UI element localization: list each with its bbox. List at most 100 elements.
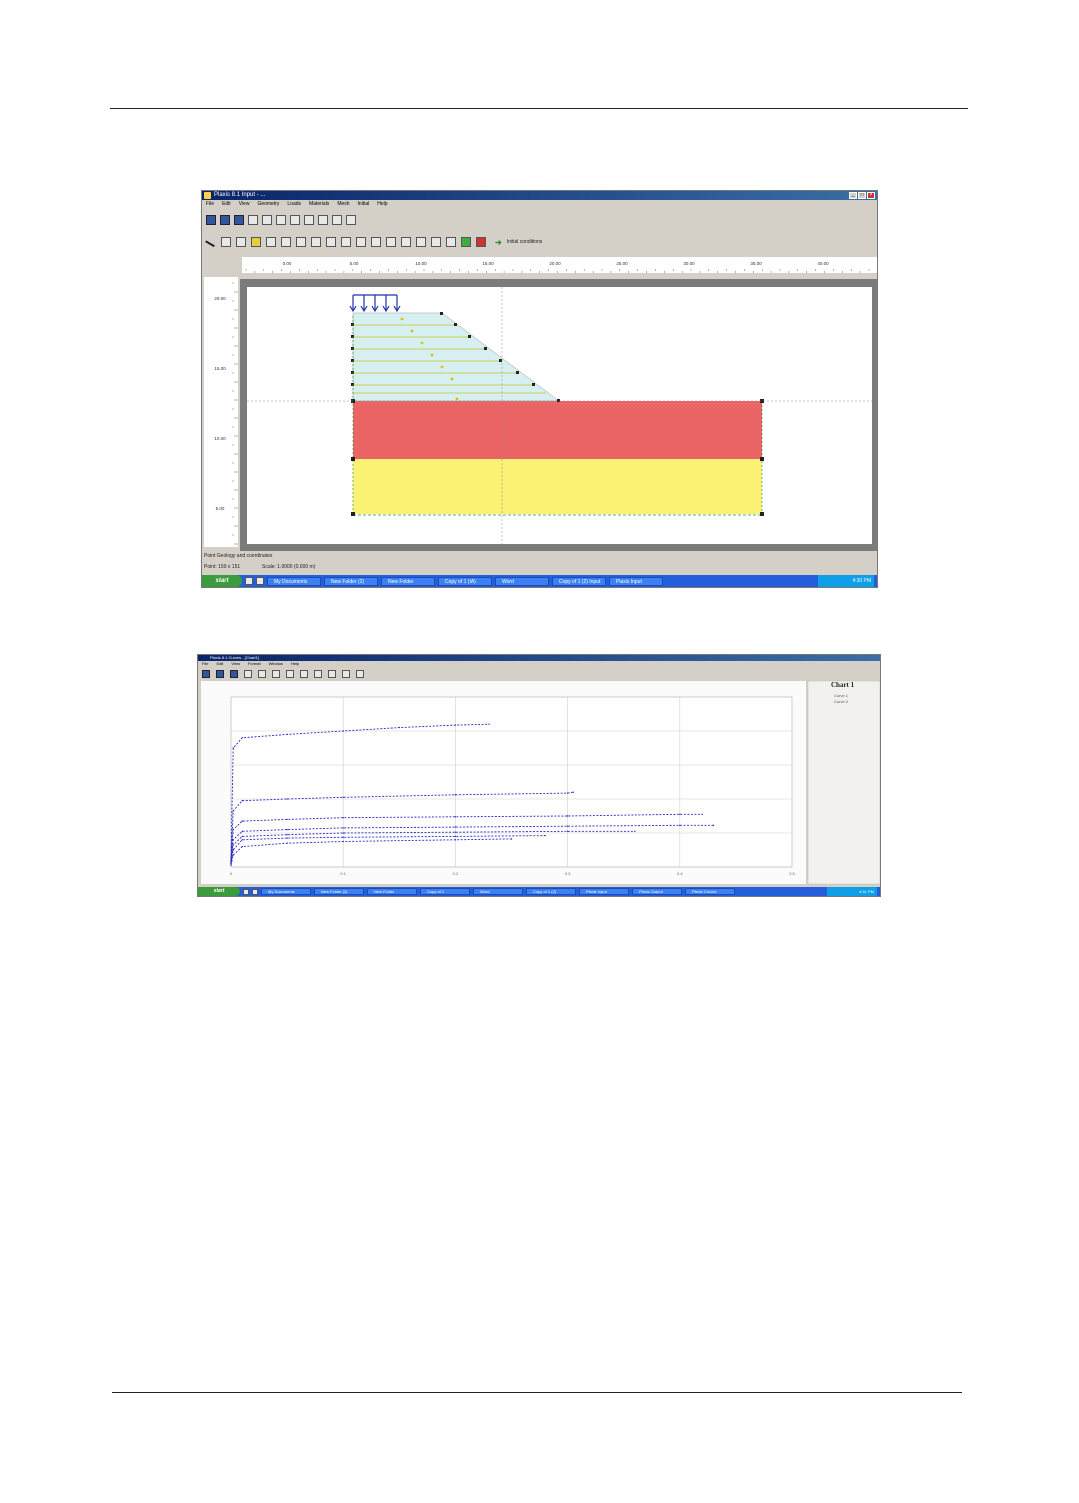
ruler-tick-label: 20.00 <box>214 296 226 301</box>
chart-title: Chart 1 <box>831 681 855 689</box>
series-point <box>232 810 234 812</box>
series-point <box>286 842 288 844</box>
taskbar-item[interactable]: Copy of 1 (2) Input <box>552 576 606 586</box>
taskbar-item[interactable]: Plaxis Input <box>609 576 663 586</box>
series-point <box>454 816 457 818</box>
series-point <box>241 845 243 848</box>
taskbar-item[interactable]: Plaxis Curves <box>685 888 735 895</box>
series-point <box>572 791 574 793</box>
taskbar-item[interactable]: Word <box>473 888 523 895</box>
ruler-tick-label: 10.00 <box>214 436 226 441</box>
x-tick-label: 0.2 <box>453 871 459 876</box>
series-point <box>342 832 344 834</box>
taskbar-item[interactable]: Plaxis Input <box>579 888 629 895</box>
series-point <box>679 813 681 815</box>
series-point <box>342 796 344 798</box>
soil-layer-top[interactable] <box>353 401 762 459</box>
ruler-tick-label: 40.00 <box>817 261 829 266</box>
series-point <box>286 818 288 821</box>
ruler-tick-label: 15.00 <box>482 261 494 266</box>
ruler-tick-label: 5.00 <box>350 261 359 266</box>
curves-chart[interactable]: 0 0.1 0.2 0.3 0.4 0.5 <box>198 655 881 897</box>
series-point <box>454 826 457 828</box>
ruler-tick-label: 30.00 <box>683 261 695 266</box>
taskbar-item[interactable]: Copy of 1 (IA) <box>438 576 492 586</box>
quicklaunch-icon[interactable] <box>256 577 264 585</box>
soil-layer-bottom[interactable] <box>353 459 762 514</box>
system-tray-clock: 4:30 PM <box>818 575 874 587</box>
series-point <box>566 825 569 827</box>
ruler-tick-label: 15.00 <box>214 366 226 371</box>
series-point <box>232 828 234 831</box>
legend-panel <box>807 680 880 885</box>
series-point <box>454 835 457 838</box>
taskbar-item[interactable]: Copy of 1 <box>420 888 470 895</box>
series-point <box>286 828 288 831</box>
taskbar-item[interactable]: Copy of 1 (2) <box>526 888 576 895</box>
header-rule <box>110 108 968 109</box>
quicklaunch-icon[interactable] <box>245 577 253 585</box>
series-point <box>342 836 344 838</box>
series-point <box>232 844 234 846</box>
quicklaunch-icon[interactable] <box>243 888 249 895</box>
series-point <box>241 820 243 822</box>
taskbar-item[interactable]: Plaxis Output <box>632 888 682 895</box>
plaxis-input-screenshot: Plaxis 8.1 Input - ... _ □ × File Edit V… <box>201 190 878 588</box>
taskbar-item[interactable]: My Documents <box>261 888 311 895</box>
taskbar-item[interactable]: Word <box>495 576 549 586</box>
plaxis-curves-screenshot: Plaxis 8.1 Curves - [Chart1] File Edit V… <box>197 654 881 897</box>
start-button[interactable]: start <box>202 575 242 587</box>
legend-entry: Curve 2 <box>834 699 849 704</box>
quicklaunch-icon[interactable] <box>252 888 258 895</box>
curves-taskbar: start My Documents New Folder (2) New Fo… <box>198 887 880 896</box>
series-point <box>241 835 243 838</box>
ruler-tick-label: 20.00 <box>549 261 561 266</box>
series-point <box>566 792 569 794</box>
series-point <box>454 794 457 796</box>
series-point <box>510 838 513 840</box>
system-tray-clock: 4:31 PM <box>827 887 877 896</box>
legend-entry: Curve 1 <box>834 693 849 698</box>
series-point <box>701 813 703 815</box>
series-point <box>232 839 234 841</box>
x-tick-label: 0.3 <box>565 871 571 876</box>
taskbar-item[interactable]: New Folder (2) <box>324 576 378 586</box>
series-point <box>286 798 288 800</box>
ruler-tick-label: 35.00 <box>750 261 762 266</box>
input-status-coords: Point: 150 x 151 <box>204 564 241 570</box>
series-point <box>454 831 457 833</box>
series-point <box>398 726 400 729</box>
x-tick-label: 0.1 <box>340 871 346 876</box>
series-point <box>712 824 715 827</box>
input-taskbar: start My Documents New Folder (2) New Fo… <box>202 575 877 587</box>
input-drawing-area[interactable]: 0.00 5.00 10.00 15.00 20.00 25.00 30.00 35.00 40… <box>202 191 878 588</box>
taskbar-item[interactable]: New Folder (2) <box>314 888 364 895</box>
series-point <box>342 730 344 732</box>
series-point <box>342 840 344 843</box>
series-point <box>232 747 234 749</box>
series-point <box>286 834 288 836</box>
series-point <box>454 839 457 841</box>
series-point <box>634 830 636 832</box>
ruler-tick-label: 0.00 <box>283 261 292 266</box>
series-point <box>566 830 569 832</box>
series-point <box>241 737 243 739</box>
series-point <box>454 724 457 726</box>
series-point <box>232 849 234 851</box>
taskbar-item[interactable]: New Folder <box>367 888 417 895</box>
series-point <box>286 733 288 736</box>
ruler-tick-label: 5.00 <box>216 506 225 511</box>
plot-area <box>230 696 793 868</box>
series-point <box>241 800 243 802</box>
ruler-tick-label: 25.00 <box>616 261 628 266</box>
input-status-scale: Scale: 1.0000 (0.000 m) <box>262 564 316 570</box>
series-point <box>488 723 490 725</box>
series-point <box>286 837 288 839</box>
series-point <box>241 839 243 841</box>
ruler-tick-label: 10.00 <box>415 261 427 266</box>
taskbar-item[interactable]: My Documents <box>267 576 321 586</box>
taskbar-item[interactable]: New Folder <box>381 576 435 586</box>
start-button[interactable]: start <box>198 887 240 896</box>
x-tick-label: 0.4 <box>677 871 683 876</box>
series-point <box>342 827 344 829</box>
